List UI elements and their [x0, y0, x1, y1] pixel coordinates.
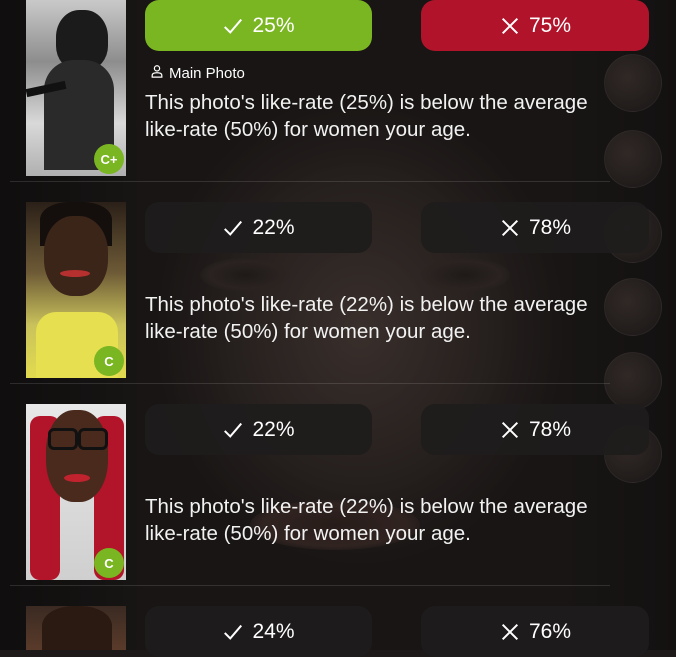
- grade-badge: C+: [94, 144, 124, 174]
- like-rate-label: 22%: [252, 215, 295, 239]
- pass-rate-button[interactable]: 78%: [421, 404, 649, 455]
- photo-thumbnail[interactable]: C: [26, 202, 126, 378]
- person-icon: [150, 64, 164, 82]
- photo-thumbnail[interactable]: C+: [26, 0, 126, 176]
- like-rate-message: This photo's like-rate (22%) is below th…: [145, 291, 645, 345]
- pass-rate-button[interactable]: 75%: [421, 0, 649, 51]
- photo-result-row: C+ 25% 75% Main Photo This photo's like-…: [0, 0, 676, 202]
- like-rate-button[interactable]: 25%: [145, 0, 372, 51]
- pass-rate-label: 78%: [528, 215, 572, 239]
- main-photo-label: Main Photo: [169, 64, 245, 82]
- check-icon: [222, 419, 244, 441]
- pass-rate-label: 76%: [528, 619, 572, 643]
- message-line: This photo's like-rate (22%) is below th…: [145, 293, 588, 316]
- photo-face: [46, 410, 108, 502]
- photo-result-row: C 22% 78% This photo's like-rate (22%) i…: [0, 202, 676, 404]
- x-icon: [499, 15, 521, 37]
- row-divider: [10, 383, 610, 384]
- like-rate-label: 25%: [252, 13, 295, 37]
- like-rate-label: 24%: [252, 619, 295, 643]
- photo-lips: [60, 270, 90, 277]
- photo-lips: [64, 474, 90, 482]
- row-divider: [10, 181, 610, 182]
- main-photo-tag: Main Photo: [150, 64, 245, 82]
- photo-glasses-left: [48, 428, 78, 450]
- photo-hair: [42, 606, 112, 650]
- pass-rate-button[interactable]: 76%: [421, 606, 649, 657]
- x-icon: [499, 217, 521, 239]
- photo-glasses-right: [78, 428, 108, 450]
- like-rate-button[interactable]: 22%: [145, 202, 372, 253]
- check-icon: [222, 217, 244, 239]
- photo-face: [44, 216, 108, 296]
- message-line: like-rate (50%) for women your age.: [145, 118, 471, 141]
- like-rate-label: 22%: [252, 417, 295, 441]
- grade-badge: C: [94, 346, 124, 376]
- like-rate-message: This photo's like-rate (25%) is below th…: [145, 89, 645, 143]
- row-divider: [10, 585, 610, 586]
- pass-rate-label: 78%: [528, 417, 572, 441]
- message-line: like-rate (50%) for women your age.: [145, 522, 471, 545]
- like-rate-button[interactable]: 24%: [145, 606, 372, 657]
- check-icon: [222, 621, 244, 643]
- photo-thumbnail[interactable]: C: [26, 404, 126, 580]
- photo-thumbnail[interactable]: [26, 606, 126, 650]
- grade-badge: C: [94, 548, 124, 578]
- pass-rate-label: 75%: [528, 13, 572, 37]
- like-rate-button[interactable]: 22%: [145, 404, 372, 455]
- photo-result-row: 24% 76%: [0, 606, 676, 657]
- x-icon: [499, 419, 521, 441]
- like-rate-message: This photo's like-rate (22%) is below th…: [145, 493, 645, 547]
- photo-result-row: C 22% 78% This photo's like-rate (22%) i…: [0, 404, 676, 606]
- x-icon: [499, 621, 521, 643]
- check-icon: [222, 15, 244, 37]
- pass-rate-button[interactable]: 78%: [421, 202, 649, 253]
- message-line: This photo's like-rate (25%) is below th…: [145, 91, 588, 114]
- message-line: like-rate (50%) for women your age.: [145, 320, 471, 343]
- message-line: This photo's like-rate (22%) is below th…: [145, 495, 588, 518]
